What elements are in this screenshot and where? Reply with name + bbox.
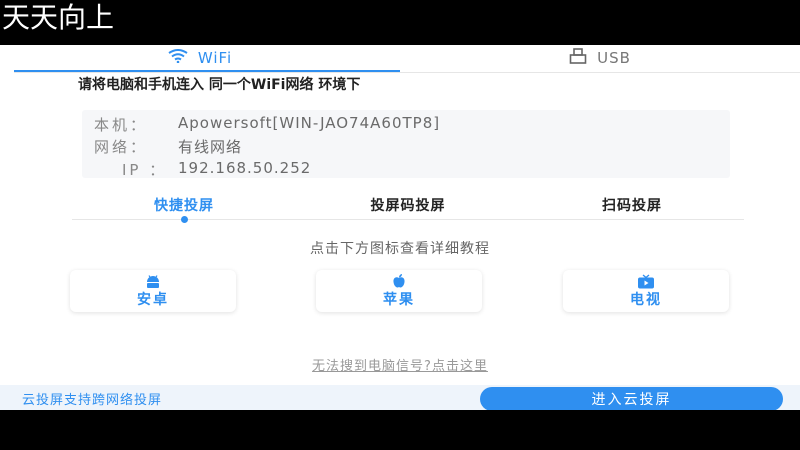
connection-tabs: WiFi USB <box>0 45 800 73</box>
ip-row: IP ： 192.168.50.252 <box>94 159 311 180</box>
ip-label: IP ： <box>122 161 168 179</box>
tutorial-hint: 点击下方图标查看详细教程 <box>310 241 490 257</box>
cloud-mirroring-note: 云投屏支持跨网络投屏 <box>22 393 163 408</box>
tab-wifi[interactable]: WiFi <box>0 45 400 73</box>
tv-label: 电视 <box>630 292 662 308</box>
video-caption: 天天向上 <box>0 0 800 45</box>
tab-usb-label: USB <box>597 48 631 67</box>
host-row: 本机： Apowersoft[WIN-JAO74A60TP8] <box>94 114 440 135</box>
instruction-emphasis: 同一个WiFi网络 <box>208 77 314 93</box>
caption-text: 天天向上 <box>2 1 115 34</box>
wifi-icon <box>168 48 188 67</box>
device-info-panel: 本机： Apowersoft[WIN-JAO74A60TP8] 网络： 有线网络… <box>82 110 730 180</box>
tv-tutorial-button[interactable]: 电视 <box>563 270 729 312</box>
ip-value: 192.168.50.252 <box>178 159 312 177</box>
host-label: 本机： <box>94 116 149 134</box>
host-value: Apowersoft[WIN-JAO74A60TP8] <box>178 114 441 132</box>
instruction-prefix: 请将电脑和手机连入 <box>78 77 209 93</box>
enter-cloud-mirroring-button[interactable]: 进入云投屏 <box>480 387 783 410</box>
mirroring-mode-tabs: 快捷投屏 投屏码投屏 扫码投屏 <box>72 195 744 223</box>
network-value: 有线网络 <box>178 138 243 156</box>
tv-icon <box>637 273 655 289</box>
tab-scan-mirror[interactable]: 扫码投屏 <box>520 195 744 219</box>
network-row: 网络： 有线网络 <box>94 136 242 157</box>
network-label: 网络： <box>94 138 149 156</box>
cloud-mirroring-footer: 云投屏支持跨网络投屏 进入云投屏 <box>0 385 800 410</box>
cannot-find-signal-link[interactable]: 无法搜到电脑信号?点击这里 <box>0 355 800 374</box>
android-tutorial-button[interactable]: 安卓 <box>70 270 236 312</box>
screen-mirroring-panel: WiFi USB 请将电脑和手机连入 同一个WiFi网络 环境下 本机： Apo… <box>0 45 800 410</box>
android-icon <box>144 273 162 289</box>
android-label: 安卓 <box>137 292 169 308</box>
apple-icon <box>391 273 407 289</box>
connection-instruction: 请将电脑和手机连入 同一个WiFi网络 环境下 <box>78 77 698 94</box>
tab-wifi-label: WiFi <box>197 48 233 67</box>
tab-usb[interactable]: USB <box>400 45 800 70</box>
tab-quick-mirror[interactable]: 快捷投屏 <box>72 195 296 223</box>
bottom-letterbox <box>0 410 800 450</box>
tab-code-mirror[interactable]: 投屏码投屏 <box>296 195 520 219</box>
usb-icon <box>569 47 587 68</box>
tab-divider <box>14 72 800 73</box>
apple-label: 苹果 <box>383 292 415 308</box>
instruction-suffix: 环境下 <box>313 77 361 93</box>
apple-tutorial-button[interactable]: 苹果 <box>316 270 482 312</box>
